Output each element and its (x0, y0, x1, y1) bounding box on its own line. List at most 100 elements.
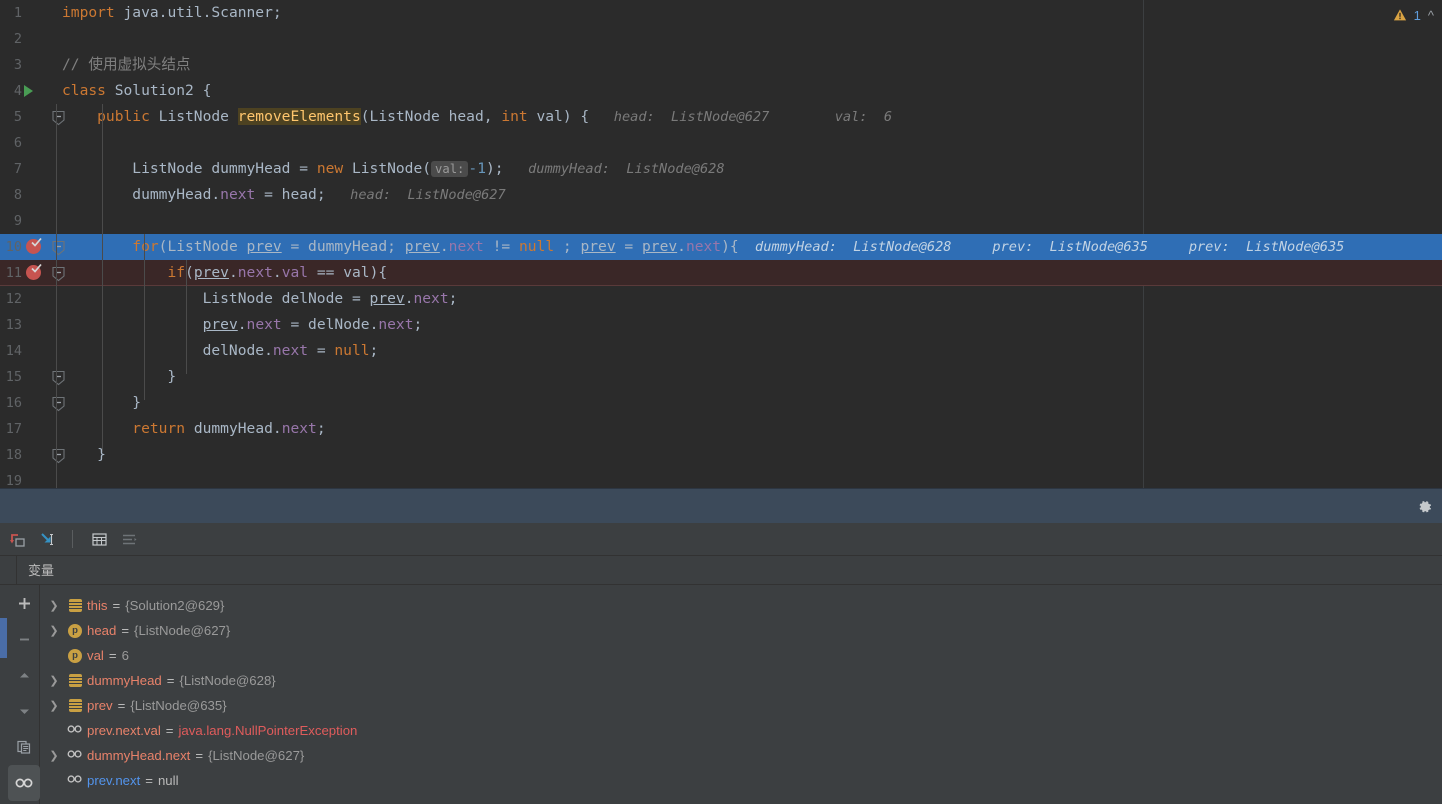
code-token: next (272, 342, 309, 359)
variable-row[interactable]: ❯ this = {Solution2@629} (41, 593, 1442, 618)
code-token: ; (448, 290, 458, 307)
code-line[interactable]: 10 for(ListNode prev = dummyHead; prev.n… (0, 234, 1442, 260)
code-text: public ListNode removeElements(ListNode … (62, 104, 892, 130)
code-lines[interactable]: 1 import java.util.Scanner; 2 3 // 使用虚拟头结点 4 c… (0, 0, 1442, 488)
equals-sign: = (166, 673, 175, 688)
line-number: 18 (5, 447, 22, 463)
code-line[interactable]: 7 ListNode dummyHead = new ListNode(val:… (0, 156, 1442, 182)
code-line[interactable]: 18 } (0, 442, 1442, 468)
variable-type-icon (63, 773, 87, 788)
line-background (0, 468, 1442, 488)
code-token: new (316, 160, 352, 177)
code-token: for (132, 238, 159, 255)
code-line[interactable]: 1 import java.util.Scanner; (0, 0, 1442, 26)
variable-type-icon (63, 748, 87, 763)
variable-value: java.lang.NullPointerException (178, 723, 358, 738)
code-token: java.util.Scanner; (123, 4, 282, 21)
indent-guide (102, 104, 103, 452)
variable-row[interactable]: ❯prev.next=null (41, 768, 1442, 793)
code-line[interactable]: 11 if(prev.next.val == val){ (0, 260, 1442, 286)
variable-name: prev (87, 698, 113, 713)
expand-chevron-icon[interactable]: ❯ (45, 693, 63, 718)
code-token: ListNode (158, 108, 238, 125)
variable-row[interactable]: ❯pval=6 (41, 643, 1442, 668)
code-token: return (132, 420, 194, 437)
code-text: } (62, 442, 106, 468)
variable-type-icon (63, 699, 87, 712)
code-token: = head; (255, 186, 326, 203)
variables-list[interactable]: ❯ this = {Solution2@629} ❯ p head = {ListNode@62… (41, 585, 1442, 804)
remove-watch-button[interactable] (8, 621, 40, 657)
variable-type-icon (63, 723, 87, 738)
move-watch-up-button[interactable] (8, 657, 40, 693)
variable-row[interactable]: ❯ p head = {ListNode@627} (41, 618, 1442, 643)
run-class-icon[interactable] (24, 85, 33, 97)
expand-chevron-icon[interactable]: ❯ (45, 593, 63, 618)
code-line[interactable]: 5 public ListNode removeElements(ListNod… (0, 104, 1442, 130)
inspection-widget[interactable]: 1 ^ (1393, 4, 1434, 26)
code-text: prev.next = delNode.next; (62, 312, 423, 338)
gear-icon[interactable] (1414, 496, 1436, 518)
code-line[interactable]: 2 (0, 26, 1442, 52)
equals-sign: = (121, 623, 130, 638)
code-token: next (413, 290, 449, 307)
sort-values-icon[interactable] (116, 526, 142, 552)
watch-icon (66, 748, 84, 763)
code-line[interactable]: 16 } (0, 390, 1442, 416)
variable-type-icon (63, 599, 87, 612)
code-line[interactable]: 8 dummyHead.next = head; head: ListNode@… (0, 182, 1442, 208)
code-token: ); (485, 160, 504, 177)
expand-chevron-icon[interactable]: ❯ (45, 618, 63, 643)
copy-value-button[interactable] (8, 729, 40, 765)
code-line[interactable]: 13 prev.next = delNode.next; (0, 312, 1442, 338)
line-background (0, 52, 1442, 78)
variable-row[interactable]: ❯prev.next.val=java.lang.NullPointerExce… (41, 718, 1442, 743)
code-token: ListNode dummyHead = (62, 160, 317, 177)
line-number: 19 (5, 473, 22, 488)
fold-column (48, 468, 66, 488)
run-to-cursor-icon[interactable] (34, 526, 60, 552)
code-line[interactable]: 14 delNode.next = null; (0, 338, 1442, 364)
line-background (0, 364, 1442, 390)
breakpoint-icon[interactable] (26, 237, 42, 254)
chevron-up-icon[interactable]: ^ (1428, 8, 1434, 23)
variable-type-icon (63, 674, 87, 687)
code-token: == val){ (308, 264, 388, 281)
add-watch-button[interactable] (8, 585, 40, 621)
code-token: -1 (468, 160, 486, 177)
code-line[interactable]: 12 ListNode delNode = prev.next; (0, 286, 1442, 312)
debugger-tabbar: 变量 (0, 556, 1442, 585)
code-line[interactable]: 17 return dummyHead.next; (0, 416, 1442, 442)
code-token: if (167, 264, 186, 281)
code-line[interactable]: 4 class Solution2 { (0, 78, 1442, 104)
move-watch-down-button[interactable] (8, 693, 40, 729)
fold-column (48, 130, 66, 156)
variable-row[interactable]: ❯ prev = {ListNode@635} (41, 693, 1442, 718)
watches-toggle-button[interactable] (8, 765, 40, 801)
variable-row[interactable]: ❯ dummyHead = {ListNode@628} (41, 668, 1442, 693)
code-line[interactable]: 15 } (0, 364, 1442, 390)
show-as-table-icon[interactable] (86, 526, 112, 552)
code-line[interactable]: 19 (0, 468, 1442, 488)
force-step-into-icon[interactable] (4, 526, 30, 552)
code-editor[interactable]: 1 import java.util.Scanner; 2 3 // 使用虚拟头结点 4 c… (0, 0, 1442, 488)
code-line[interactable]: 3 // 使用虚拟头结点 (0, 52, 1442, 78)
code-token: null (518, 238, 555, 255)
breakpoint-icon[interactable] (26, 263, 42, 280)
code-token: next (237, 264, 273, 281)
code-token: public (62, 108, 159, 125)
expand-chevron-icon[interactable]: ❯ (45, 743, 63, 768)
tab-variables[interactable]: 变量 (22, 556, 60, 585)
code-line[interactable]: 6 (0, 130, 1442, 156)
expand-chevron-icon[interactable]: ❯ (45, 668, 63, 693)
watch-icon (66, 773, 84, 788)
code-token: class (62, 82, 115, 99)
code-token: null (334, 342, 370, 359)
code-token: next (281, 420, 317, 437)
variable-row[interactable]: ❯ dummyHead.next = {ListNode@627} (41, 743, 1442, 768)
code-line[interactable]: 9 (0, 208, 1442, 234)
code-token: removeElements (237, 108, 361, 125)
